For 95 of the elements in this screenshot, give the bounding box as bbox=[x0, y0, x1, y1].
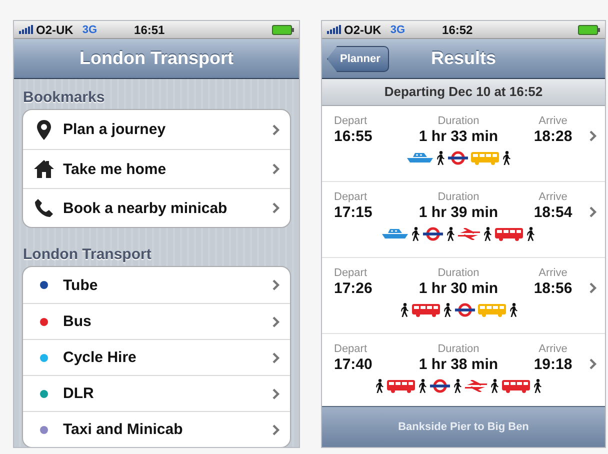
rail-icon bbox=[458, 228, 480, 240]
walking-person-icon bbox=[436, 151, 444, 165]
bus-icon bbox=[502, 380, 530, 392]
arrive-label: Arrive bbox=[538, 267, 568, 279]
depart-label: Depart bbox=[334, 191, 368, 203]
walking-person-icon bbox=[442, 303, 452, 317]
chevron-icon bbox=[272, 352, 280, 364]
walking-person-icon bbox=[490, 379, 499, 393]
walking-person-icon bbox=[533, 379, 542, 393]
walking-person-icon bbox=[418, 379, 427, 393]
chevron-icon bbox=[272, 424, 280, 436]
signal-icon bbox=[19, 25, 33, 34]
roundel-icon bbox=[448, 151, 468, 165]
chevron-icon bbox=[272, 388, 280, 400]
journey-result[interactable]: Depart 16:55 Duration 1 hr 33 min Arrive 18:28 bbox=[322, 106, 605, 182]
walking-person-icon bbox=[502, 151, 510, 165]
duration: 1 hr 30 min bbox=[418, 280, 498, 297]
depart-time: 17:15 bbox=[334, 204, 372, 221]
menu-item[interactable]: Plan a journey bbox=[23, 110, 290, 149]
screen-title: London Transport bbox=[80, 48, 234, 69]
chevron-icon bbox=[589, 206, 597, 218]
network-type: 3G bbox=[82, 24, 98, 36]
duration: 1 hr 39 min bbox=[418, 204, 498, 221]
menu-item[interactable]: Tube bbox=[23, 267, 290, 303]
menu-item[interactable]: Bus bbox=[23, 303, 290, 339]
depart-label: Depart bbox=[334, 115, 368, 127]
phone-icon bbox=[35, 199, 53, 217]
bus-icon bbox=[412, 304, 440, 316]
walking-person-icon bbox=[400, 303, 408, 317]
battery-icon bbox=[578, 24, 600, 34]
bus-icon bbox=[495, 228, 523, 240]
rail-icon bbox=[465, 380, 487, 392]
roundel-icon bbox=[454, 303, 474, 317]
walking-person-icon bbox=[411, 227, 420, 241]
roundel-icon bbox=[423, 227, 443, 241]
duration-label: Duration bbox=[438, 267, 480, 279]
menu-item[interactable]: Taxi and Minicab bbox=[23, 411, 290, 447]
boat-icon bbox=[406, 152, 432, 164]
chevron-icon bbox=[272, 279, 280, 291]
arrive-time: 18:28 bbox=[534, 128, 572, 145]
menu-item[interactable]: DLR bbox=[23, 375, 290, 411]
depart-label: Depart bbox=[334, 267, 368, 279]
location-pin-icon bbox=[37, 120, 51, 140]
journey-result[interactable]: Depart 17:15 Duration 1 hr 39 min Arrive 18:54 bbox=[322, 182, 605, 258]
route-footer: Bankside Pier to Big Ben bbox=[322, 406, 605, 447]
menu-item[interactable]: Take me home bbox=[23, 149, 290, 188]
walking-person-icon bbox=[375, 379, 384, 393]
chevron-icon bbox=[272, 316, 280, 328]
screen-title: Results bbox=[430, 48, 496, 69]
back-button[interactable]: Planner bbox=[327, 46, 390, 72]
arrive-label: Arrive bbox=[538, 115, 568, 127]
menu-item[interactable]: Book a nearby minicab bbox=[23, 188, 290, 227]
clock: 16:52 bbox=[442, 22, 473, 36]
battery-icon bbox=[272, 24, 294, 34]
section-header: London Transport bbox=[23, 245, 152, 265]
boat-icon bbox=[382, 228, 408, 240]
bus-icon bbox=[478, 304, 506, 316]
duration-label: Duration bbox=[438, 343, 480, 355]
depart-time: 17:40 bbox=[334, 356, 372, 373]
duration-label: Duration bbox=[438, 191, 480, 203]
depart-label: Depart bbox=[334, 343, 368, 355]
duration: 1 hr 38 min bbox=[418, 356, 498, 373]
carrier-name: O2-UK bbox=[344, 22, 382, 36]
departure-header: Departing Dec 10 at 16:52 bbox=[322, 79, 605, 106]
walking-person-icon bbox=[453, 379, 462, 393]
arrive-time: 18:54 bbox=[534, 204, 572, 221]
arrive-time: 18:56 bbox=[534, 280, 572, 297]
walking-person-icon bbox=[508, 303, 518, 317]
walking-person-icon bbox=[483, 227, 492, 241]
carrier-name: O2-UK bbox=[36, 22, 74, 36]
chevron-icon bbox=[589, 282, 597, 294]
depart-time: 16:55 bbox=[334, 128, 372, 145]
arrive-label: Arrive bbox=[538, 343, 568, 355]
chevron-icon bbox=[272, 163, 280, 175]
chevron-icon bbox=[272, 124, 280, 136]
clock: 16:51 bbox=[134, 22, 165, 36]
roundel-icon bbox=[430, 379, 450, 393]
arrive-time: 19:18 bbox=[534, 356, 572, 373]
bus-icon bbox=[470, 152, 498, 164]
duration-label: Duration bbox=[438, 115, 480, 127]
duration: 1 hr 33 min bbox=[418, 128, 498, 145]
chevron-icon bbox=[589, 130, 597, 142]
menu-item[interactable]: Cycle Hire bbox=[23, 339, 290, 375]
depart-time: 17:26 bbox=[334, 280, 372, 297]
chevron-icon bbox=[589, 358, 597, 370]
arrive-label: Arrive bbox=[538, 191, 568, 203]
house-icon bbox=[34, 160, 54, 178]
chevron-icon bbox=[272, 202, 280, 214]
signal-icon bbox=[327, 25, 341, 34]
bus-icon bbox=[387, 380, 415, 392]
network-type: 3G bbox=[390, 24, 406, 36]
walking-person-icon bbox=[446, 227, 455, 241]
section-header: Bookmarks bbox=[23, 88, 106, 108]
walking-person-icon bbox=[526, 227, 535, 241]
journey-result[interactable]: Depart 17:26 Duration 1 hr 30 min Arrive 18:56 bbox=[322, 258, 605, 334]
